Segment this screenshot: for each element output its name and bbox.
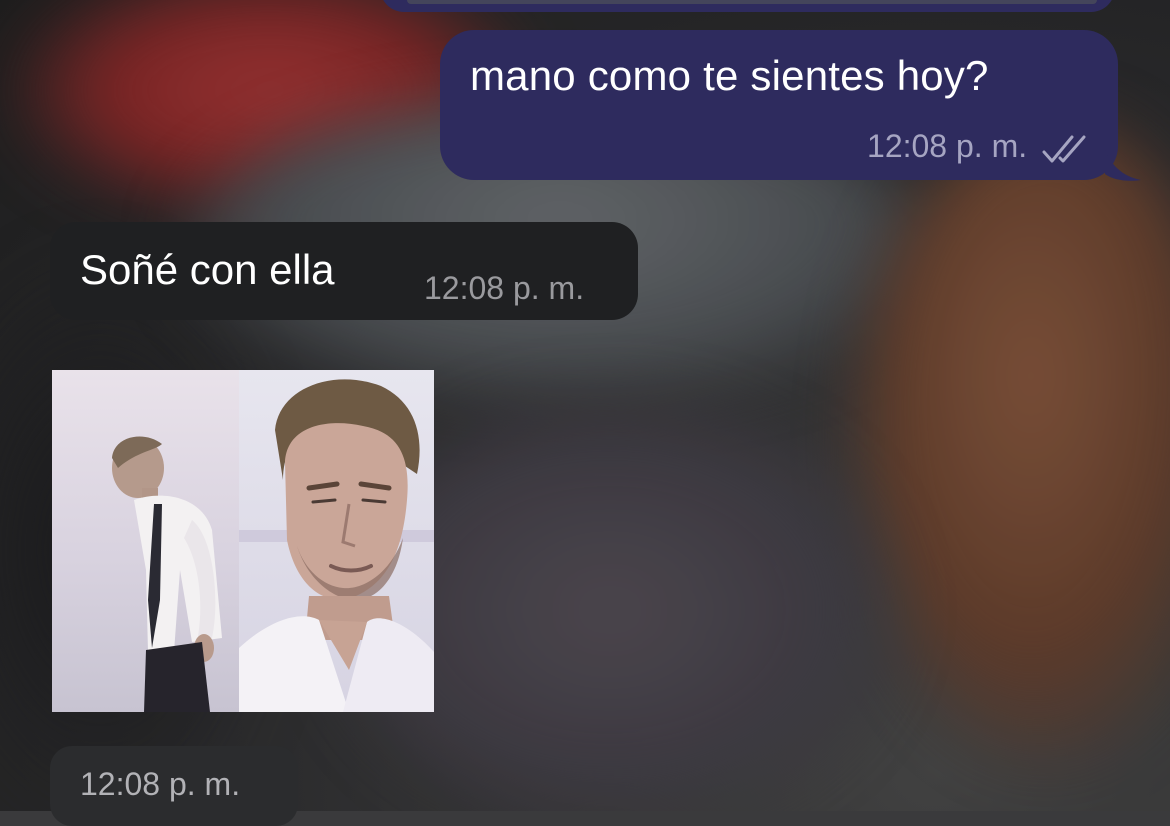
incoming-message-bubble[interactable]: Soñé con ella 12:08 p. m. [50, 222, 638, 320]
message-time: 12:08 p. m. [424, 270, 585, 306]
double-check-read-icon [1042, 135, 1086, 163]
man-standing-illustration [112, 436, 222, 712]
message-text: mano como te sientes hoy? [470, 52, 989, 99]
photo-panel-right [239, 370, 434, 712]
outgoing-message-bubble[interactable]: mano como te sientes hoy? 12:08 p. m. [440, 30, 1118, 180]
bubble-tail-icon [1105, 150, 1141, 181]
photo-panel-left [52, 370, 239, 712]
man-portrait-illustration [239, 379, 434, 712]
message-text: Soñé con ella [80, 246, 335, 293]
message-meta: 12:08 p. m. [867, 128, 1088, 165]
image-time-badge: 12:08 p. m. [50, 746, 298, 826]
message-time: 12:08 p. m. [80, 766, 241, 802]
message-time: 12:08 p. m. [867, 128, 1028, 164]
previous-message-media[interactable] [407, 0, 1097, 4]
image-message[interactable] [52, 370, 434, 712]
